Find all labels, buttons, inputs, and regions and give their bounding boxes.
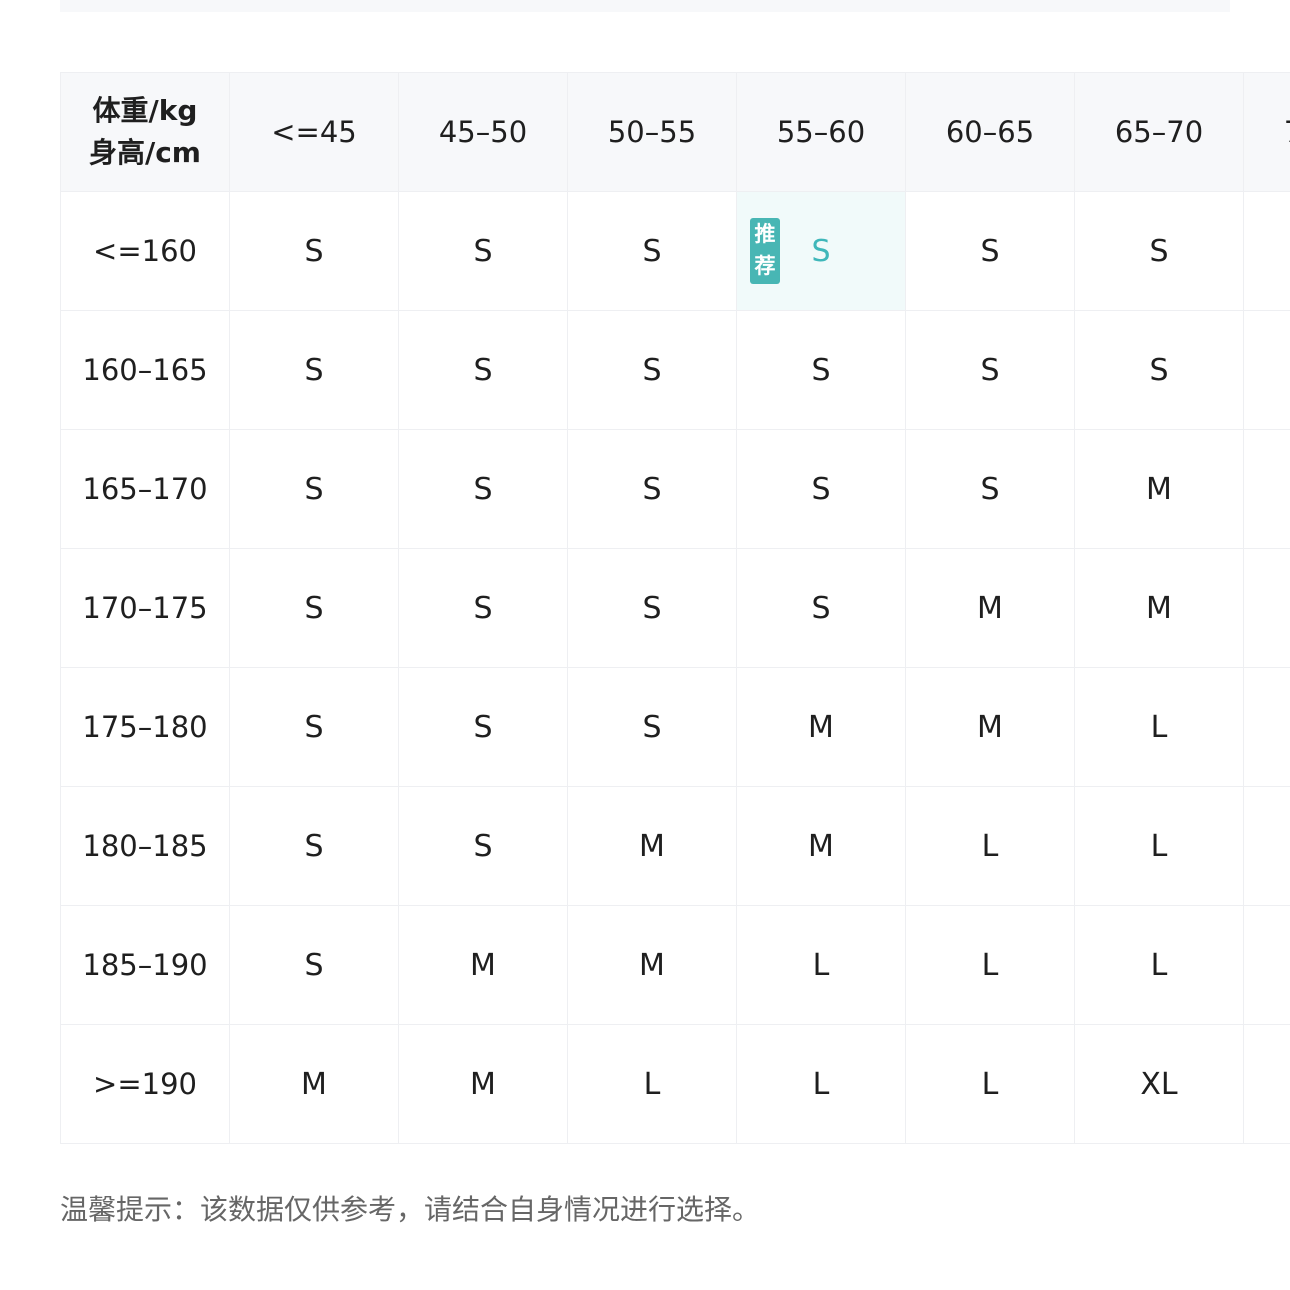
size-cell[interactable]: L xyxy=(1074,786,1244,906)
size-cell[interactable]: M xyxy=(229,1024,399,1144)
height-range-cell: 180–185 xyxy=(60,786,230,906)
corner-header: 体重/kg 身高/cm xyxy=(60,72,230,192)
size-cell[interactable]: M xyxy=(905,667,1075,787)
size-cell[interactable]: S xyxy=(398,429,568,549)
size-cell[interactable]: S xyxy=(398,191,568,311)
size-cell[interactable]: L xyxy=(905,786,1075,906)
size-cell[interactable]: S xyxy=(229,429,399,549)
table-row: 170–175 S S S S M M xyxy=(60,548,1290,668)
size-cell[interactable]: S xyxy=(567,667,737,787)
table-row: >=190 M M L L L XL xyxy=(60,1024,1290,1144)
size-cell[interactable]: S xyxy=(229,548,399,668)
header-row: 体重/kg 身高/cm <=45 45–50 50–55 55–60 60–65 65–7… xyxy=(60,72,1290,192)
size-cell[interactable]: M xyxy=(736,667,906,787)
size-cell[interactable]: S xyxy=(1074,191,1244,311)
size-cell[interactable]: M xyxy=(567,905,737,1025)
size-cell[interactable]: L xyxy=(905,1024,1075,1144)
size-cell[interactable]: L xyxy=(1074,905,1244,1025)
size-cell[interactable]: S xyxy=(905,191,1075,311)
size-cell[interactable]: S xyxy=(1074,310,1244,430)
size-cell[interactable]: S xyxy=(736,548,906,668)
recommend-badge-char: 推 xyxy=(754,222,776,246)
height-range-cell: 170–175 xyxy=(60,548,230,668)
size-cell[interactable]: S xyxy=(229,667,399,787)
size-cell[interactable]: S xyxy=(229,310,399,430)
size-cell[interactable]: M xyxy=(567,786,737,906)
size-cell[interactable]: S xyxy=(229,191,399,311)
size-cell[interactable] xyxy=(1243,310,1290,430)
weight-range-header: 60–65 xyxy=(905,72,1075,192)
height-range-cell: >=190 xyxy=(60,1024,230,1144)
size-cell[interactable]: S xyxy=(905,310,1075,430)
size-cell[interactable]: S xyxy=(567,429,737,549)
recommended-size-cell[interactable]: 推荐 S xyxy=(736,191,906,311)
size-cell[interactable]: S xyxy=(567,310,737,430)
size-cell[interactable]: L xyxy=(736,1024,906,1144)
size-cell[interactable]: M xyxy=(398,1024,568,1144)
height-range-cell: 165–170 xyxy=(60,429,230,549)
size-cell[interactable]: M xyxy=(905,548,1075,668)
size-cell[interactable] xyxy=(1243,667,1290,787)
size-cell[interactable]: M xyxy=(1074,429,1244,549)
size-chart-table: 体重/kg 身高/cm <=45 45–50 50–55 55–60 60–65 65–7… xyxy=(60,72,1290,1144)
table-body: <=160 S S S 推荐 S S S 160–165 S S S S S S 165–170 S S S S S M 1… xyxy=(60,191,1290,1144)
size-cell[interactable]: S xyxy=(567,548,737,668)
size-cell[interactable] xyxy=(1243,429,1290,549)
height-range-cell: 185–190 xyxy=(60,905,230,1025)
size-cell[interactable]: L xyxy=(1074,667,1244,787)
size-cell[interactable]: S xyxy=(905,429,1075,549)
table-row: 175–180 S S S M M L xyxy=(60,667,1290,787)
size-cell[interactable]: S xyxy=(398,310,568,430)
size-cell[interactable]: S xyxy=(736,310,906,430)
size-cell[interactable]: S xyxy=(398,548,568,668)
size-cell[interactable]: S xyxy=(736,429,906,549)
weight-range-header: <=45 xyxy=(229,72,399,192)
size-cell[interactable]: M xyxy=(736,786,906,906)
size-cell[interactable]: XL xyxy=(1074,1024,1244,1144)
height-range-cell: 160–165 xyxy=(60,310,230,430)
size-cell[interactable]: M xyxy=(1074,548,1244,668)
size-cell[interactable] xyxy=(1243,905,1290,1025)
size-cell[interactable]: L xyxy=(905,905,1075,1025)
recommend-badge: 推荐 xyxy=(750,218,780,284)
height-range-cell: 175–180 xyxy=(60,667,230,787)
height-range-cell: <=160 xyxy=(60,191,230,311)
size-cell[interactable] xyxy=(1243,786,1290,906)
size-cell[interactable]: S xyxy=(398,786,568,906)
table-row: 185–190 S M M L L L xyxy=(60,905,1290,1025)
size-cell[interactable]: L xyxy=(736,905,906,1025)
table-row: <=160 S S S 推荐 S S S xyxy=(60,191,1290,311)
recommend-badge-char: 荐 xyxy=(754,254,776,278)
weight-range-header: 70–75 xyxy=(1243,72,1290,192)
weight-range-header: 55–60 xyxy=(736,72,906,192)
table-row: 180–185 S S M M L L xyxy=(60,786,1290,906)
size-chart-container: 体重/kg 身高/cm <=45 45–50 50–55 55–60 60–65 65–7… xyxy=(60,72,1290,1152)
table-row: 160–165 S S S S S S xyxy=(60,310,1290,430)
weight-axis-label: 体重/kg xyxy=(92,94,198,127)
size-cell[interactable]: S xyxy=(229,905,399,1025)
footnote-tip: 温馨提示：该数据仅供参考，请结合自身情况进行选择。 xyxy=(60,1193,761,1226)
table-row: 165–170 S S S S S M xyxy=(60,429,1290,549)
size-cell[interactable] xyxy=(1243,548,1290,668)
weight-range-header: 45–50 xyxy=(398,72,568,192)
weight-range-header: 65–70 xyxy=(1074,72,1244,192)
size-cell[interactable]: S xyxy=(567,191,737,311)
size-cell[interactable]: L xyxy=(567,1024,737,1144)
top-divider-bar xyxy=(60,0,1230,12)
size-cell[interactable]: S xyxy=(398,667,568,787)
height-axis-label: 身高/cm xyxy=(88,136,201,169)
size-value: S xyxy=(811,233,831,269)
size-cell[interactable] xyxy=(1243,1024,1290,1144)
size-cell[interactable]: M xyxy=(398,905,568,1025)
size-cell[interactable]: S xyxy=(229,786,399,906)
size-cell[interactable] xyxy=(1243,191,1290,311)
weight-range-header: 50–55 xyxy=(567,72,737,192)
